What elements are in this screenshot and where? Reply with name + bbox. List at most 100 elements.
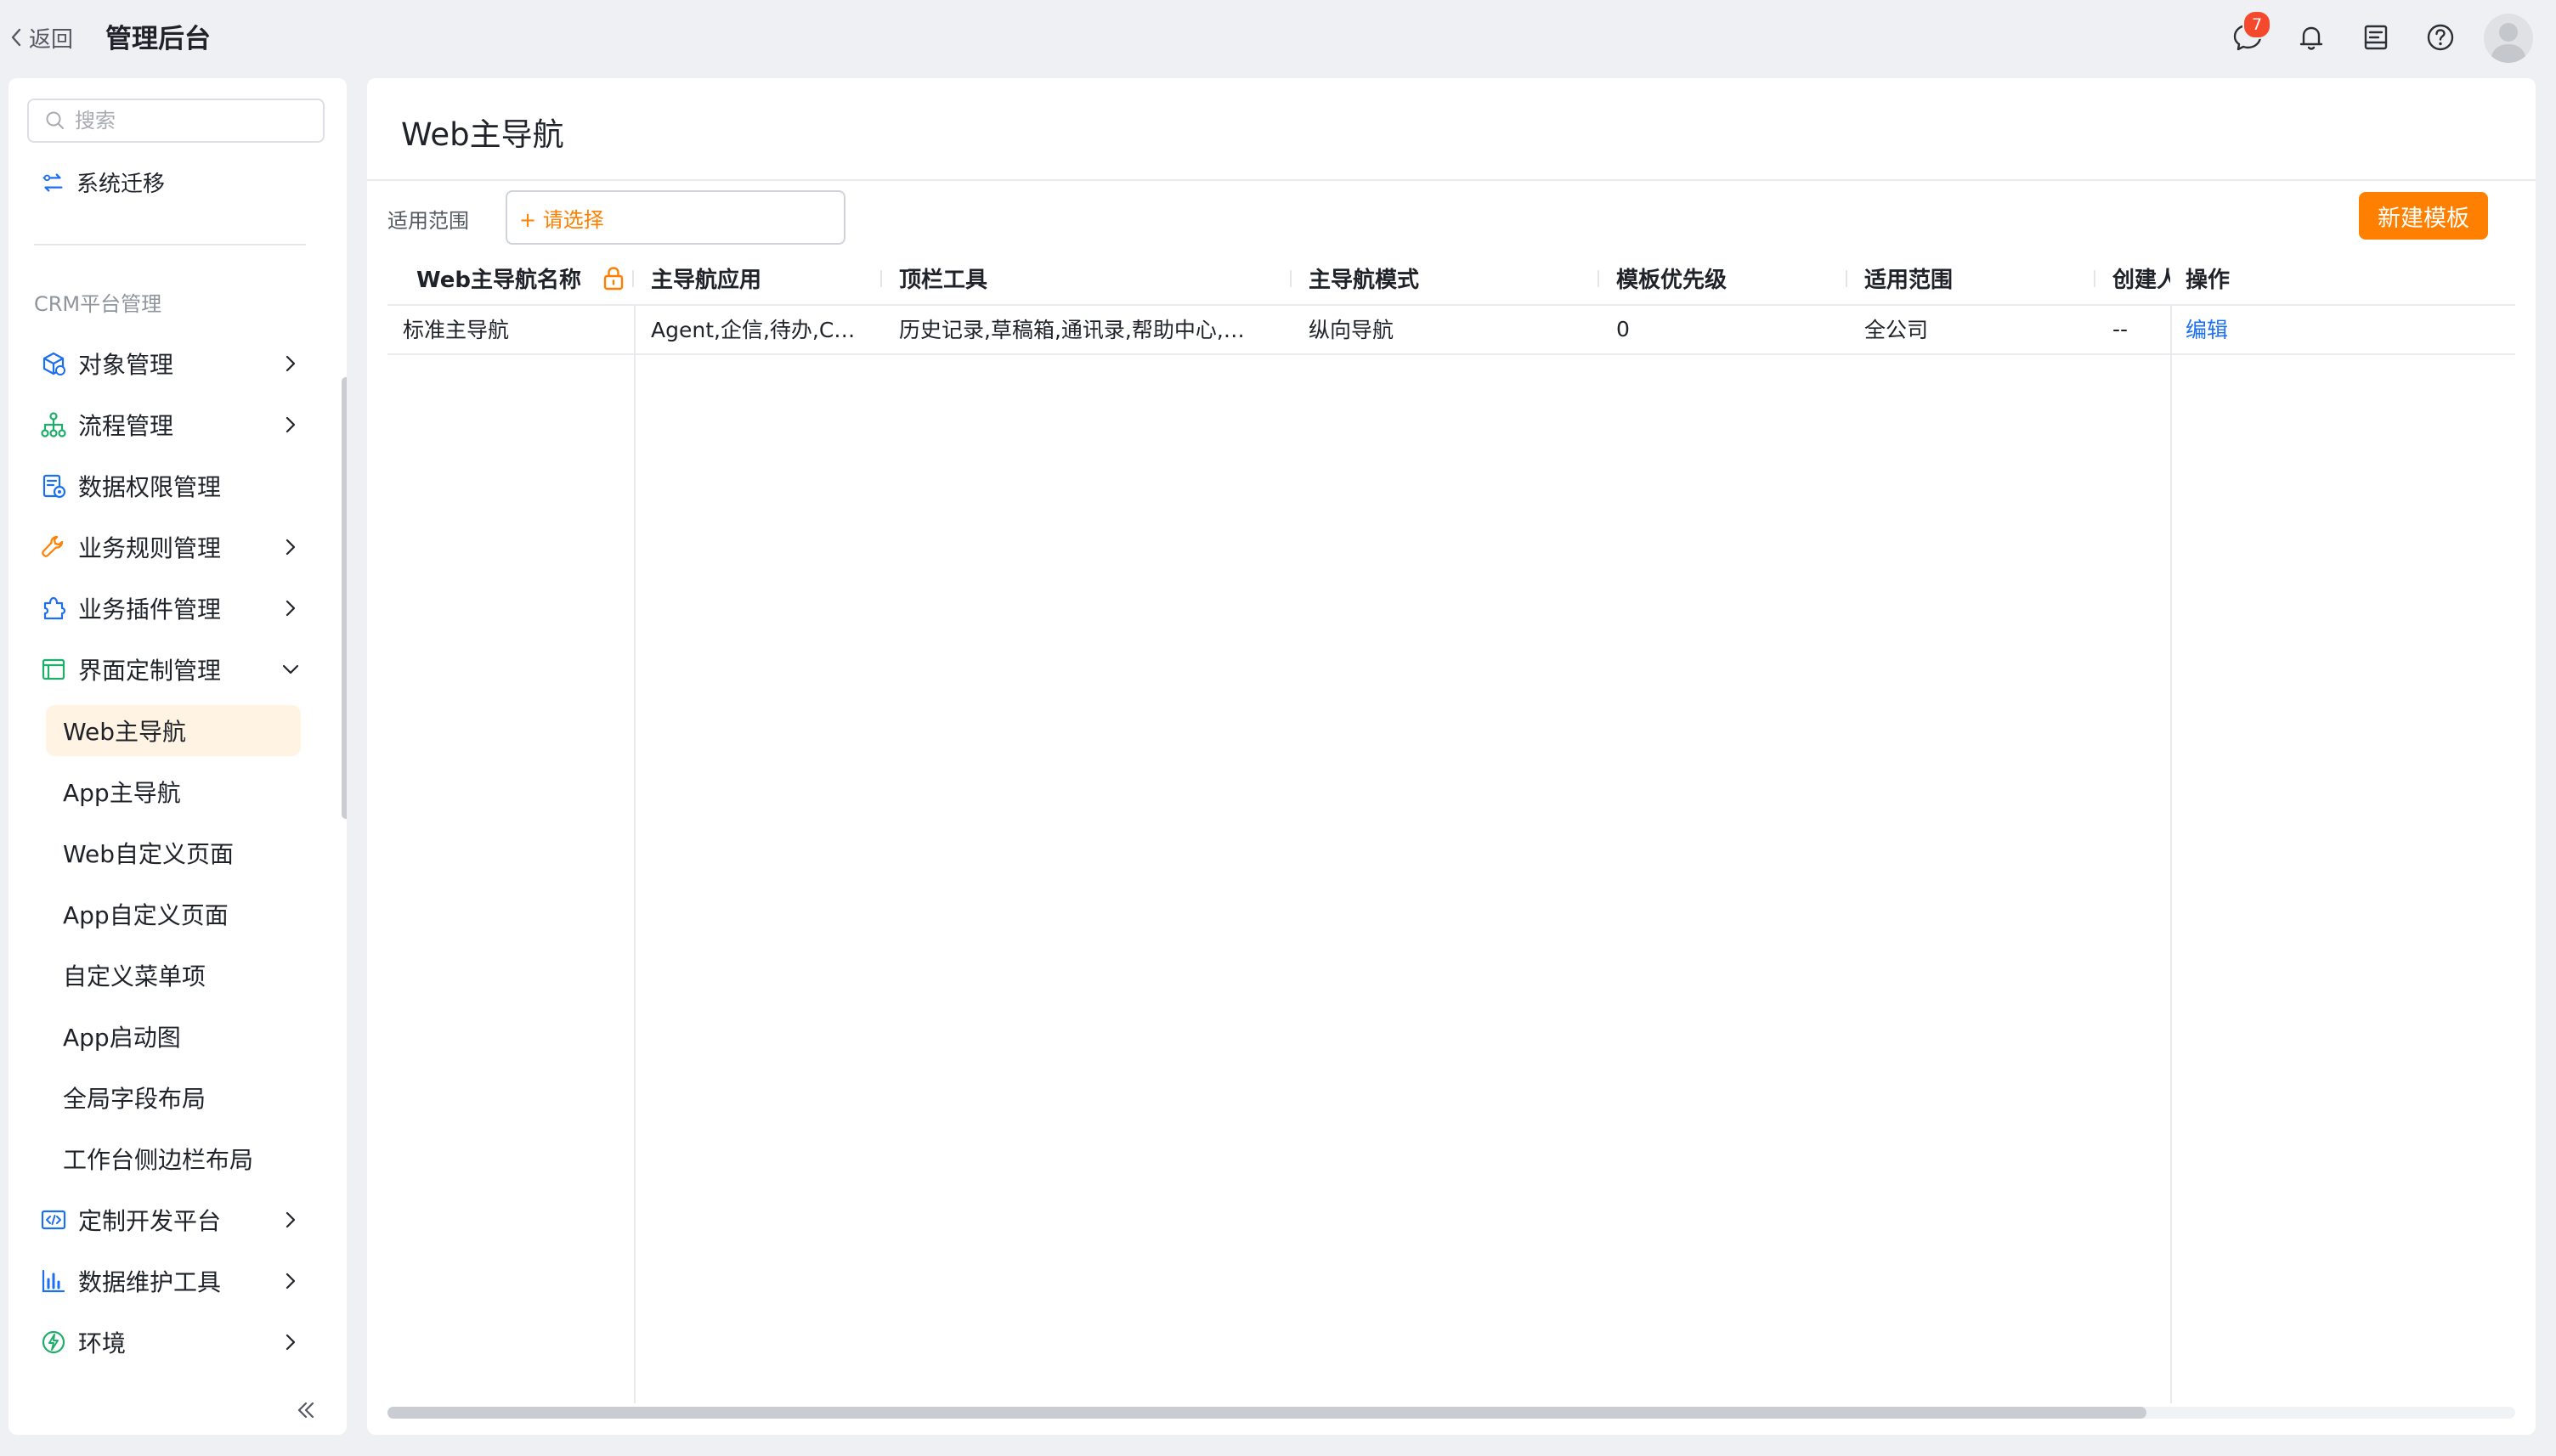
sidebar-section-title: CRM平台管理 [34,292,162,316]
filter-label: 适用范围 [387,209,469,233]
help-button[interactable] [2423,20,2457,54]
back-button[interactable]: 返回 [8,20,73,54]
sidebar-subitem-workbench-sidebar[interactable]: 工作台侧边栏布局 [46,1133,301,1184]
sidebar-item-business-plugins[interactable]: 业务插件管理 [39,583,311,634]
cube-icon [42,352,65,375]
sidebar-subitem-app-main-nav[interactable]: App主导航 [46,766,301,817]
message-badge: 7 [2242,10,2271,39]
sidebar-item-label: 业务插件管理 [78,595,222,624]
search-input[interactable] [73,108,314,133]
collapse-sidebar-icon[interactable] [291,1395,321,1425]
sidebar-item-label: 定制开发平台 [78,1207,222,1235]
environment-icon [42,1330,65,1354]
chevron-right-icon [286,355,296,372]
chevron-down-icon [282,664,299,674]
sidebar-item-label: 对象管理 [78,351,174,379]
bell-icon [2299,26,2323,50]
sidebar-item-label: 界面定制管理 [78,657,222,685]
sidebar-item-label: 业务规则管理 [78,534,222,562]
notification-button[interactable] [2294,20,2328,54]
main-panel: Web主导航 适用范围 + 请选择 新建模板 Web主导航名称 主导航应用 顶栏… [367,78,2536,1435]
sidebar-subitem-app-splash[interactable]: App启动图 [46,1011,301,1062]
flow-icon [41,412,66,437]
chevron-right-icon [286,600,296,617]
column-header-mode[interactable]: 主导航模式 [1292,251,1599,304]
inbox-button[interactable] [2359,20,2393,54]
cell-apps: Agent,企信,待办,C… [651,318,856,342]
sidebar-item-environment[interactable]: 环境 [39,1317,311,1368]
cell-priority: 0 [1616,316,1630,341]
puzzle-icon [43,596,66,620]
sidebar-item-data-permission[interactable]: 数据权限管理 [39,460,311,511]
sidebar-item-label: 流程管理 [78,412,174,440]
help-icon [2427,24,2454,51]
code-icon [41,1210,66,1230]
data-permission-icon [42,474,66,499]
sidebar-item-object-management[interactable]: 对象管理 [39,338,311,389]
sidebar-subitem-app-custom-page[interactable]: App自定义页面 [46,889,301,940]
column-header-tools[interactable]: 顶栏工具 [882,251,1292,304]
sidebar-item-process-management[interactable]: 流程管理 [39,399,311,450]
table-row[interactable]: 标准主导航 Agent,企信,待办,C… 历史记录,草稿箱,通讯录,帮助中心,…… [387,304,2515,355]
sidebar-item-system-migration[interactable]: 系统迁移 [39,166,165,198]
scope-select[interactable]: + 请选择 [506,190,845,245]
wrench-icon [42,535,64,557]
column-header-apps[interactable]: 主导航应用 [634,251,882,304]
top-bar: 返回 管理后台 7 [0,0,2556,75]
sidebar-item-custom-dev-platform[interactable]: 定制开发平台 [39,1194,311,1245]
scope-select-placeholder: + 请选择 [519,207,604,232]
page-title: Web主导航 [401,116,564,153]
inbox-icon [2364,25,2388,50]
sidebar-item-data-maintenance[interactable]: 数据维护工具 [39,1256,311,1306]
cell-scope: 全公司 [1864,318,1929,342]
lock-icon [603,267,624,291]
sidebar-item-label: 系统迁移 [76,172,166,197]
cell-mode: 纵向导航 [1309,318,1394,342]
sidebar: 系统迁移 CRM平台管理 对象管理 流程管理 数据权限管理 业务规则管理 业务插… [8,78,347,1435]
back-label: 返回 [29,26,74,53]
chevron-right-icon [286,1211,296,1228]
chevron-right-icon [286,1334,296,1351]
chevron-right-icon [286,1273,296,1290]
column-header-name[interactable]: Web主导航名称 [387,251,634,304]
cell-tools: 历史记录,草稿箱,通讯录,帮助中心,… [899,318,1245,342]
avatar[interactable] [2484,14,2533,63]
message-button[interactable]: 7 [2231,10,2271,54]
sidebar-item-label: 环境 [78,1329,127,1357]
sidebar-scrollbar[interactable] [342,377,347,819]
migration-icon [42,172,63,192]
header-divider [367,179,2536,181]
user-icon [2491,23,2526,63]
cell-actions: 编辑 [2170,304,2515,353]
search-icon [46,111,64,129]
new-template-button[interactable]: 新建模板 [2359,192,2488,240]
bar-chart-icon [42,1269,65,1293]
window-icon [42,658,65,680]
template-table: Web主导航名称 主导航应用 顶栏工具 主导航模式 模板优先级 适用范围 创建人… [387,251,2515,1403]
horizontal-scrollbar[interactable] [387,1407,2515,1419]
sidebar-subitem-web-main-nav[interactable]: Web主导航 [46,705,301,756]
column-divider [634,304,636,1403]
column-header-creator[interactable]: 创建人 [2095,251,2170,304]
sidebar-subitem-global-field-layout[interactable]: 全局字段布局 [46,1072,301,1123]
sidebar-item-ui-customization[interactable]: 界面定制管理 [39,644,311,695]
horizontal-scrollbar-thumb[interactable] [387,1407,2146,1419]
table-header: Web主导航名称 主导航应用 顶栏工具 主导航模式 模板优先级 适用范围 创建人… [387,251,2515,306]
chevron-right-icon [286,539,296,556]
chevron-right-icon [286,416,296,433]
sidebar-subitem-web-custom-page[interactable]: Web自定义页面 [46,827,301,878]
column-header-actions: 操作 [2170,251,2515,304]
edit-link[interactable]: 编辑 [2186,313,2228,344]
app-title: 管理后台 [105,24,211,54]
cell-name: 标准主导航 [403,318,510,342]
sidebar-divider [34,244,306,245]
sidebar-item-label: 数据维护工具 [78,1268,222,1296]
search-box[interactable] [27,99,325,143]
sidebar-subitem-custom-menu[interactable]: 自定义菜单项 [46,950,301,1001]
sidebar-item-business-rules[interactable]: 业务规则管理 [39,522,311,573]
sidebar-item-label: 数据权限管理 [78,473,222,501]
cell-creator: -- [2112,316,2129,341]
column-header-priority[interactable]: 模板优先级 [1599,251,1847,304]
column-header-scope[interactable]: 适用范围 [1847,251,2095,304]
chevron-left-icon [11,28,21,47]
